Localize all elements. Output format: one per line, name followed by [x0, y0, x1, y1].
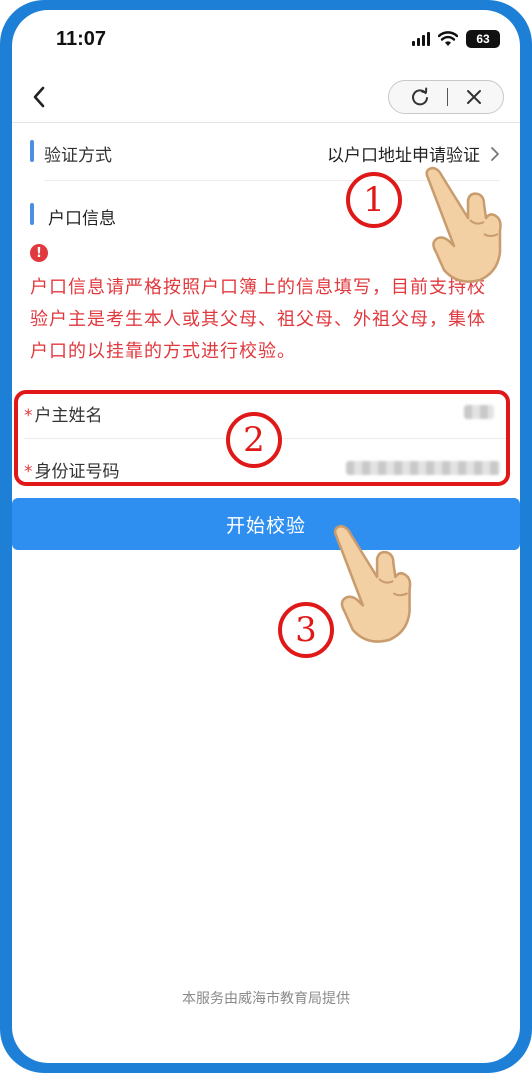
capsule-divider: [446, 88, 448, 106]
app-screen: 11:07 63 验证方式 以户口地址申请验证 户口信息 ! 户口信息请严格按照…: [12, 10, 520, 1063]
back-chevron-icon: [33, 86, 45, 108]
verification-method-label: 验证方式: [44, 146, 112, 166]
back-button[interactable]: [26, 84, 52, 110]
wifi-icon: [438, 31, 458, 46]
pointing-hand-icon: [425, 166, 502, 283]
household-notice: 户口信息请严格按照户口簿上的信息填写，目前支持校验户主是考生本人或其父母、祖父母…: [30, 277, 486, 362]
refresh-icon[interactable]: [410, 87, 430, 107]
device-frame: 11:07 63 验证方式 以户口地址申请验证 户口信息 ! 户口信息请严格按照…: [0, 0, 532, 1073]
section-marker: [30, 140, 34, 162]
signal-icon: [412, 32, 430, 46]
household-section-title: 户口信息: [48, 209, 116, 229]
step-2-marker: 2: [226, 412, 282, 468]
close-icon[interactable]: [465, 88, 483, 106]
service-provider-footer: 本服务由威海市教育局提供: [182, 991, 350, 1007]
section-marker: [30, 203, 34, 225]
status-icons: 63: [412, 30, 500, 48]
miniapp-capsule: [388, 80, 504, 114]
pointing-hand-icon: [333, 524, 412, 643]
step-1-marker: 1: [346, 172, 402, 228]
start-verification-button[interactable]: 开始校验: [12, 498, 520, 550]
nav-divider: [12, 122, 520, 123]
warning-icon: !: [30, 244, 48, 262]
battery-indicator: 63: [466, 30, 500, 48]
status-time: 11:07: [56, 28, 107, 50]
